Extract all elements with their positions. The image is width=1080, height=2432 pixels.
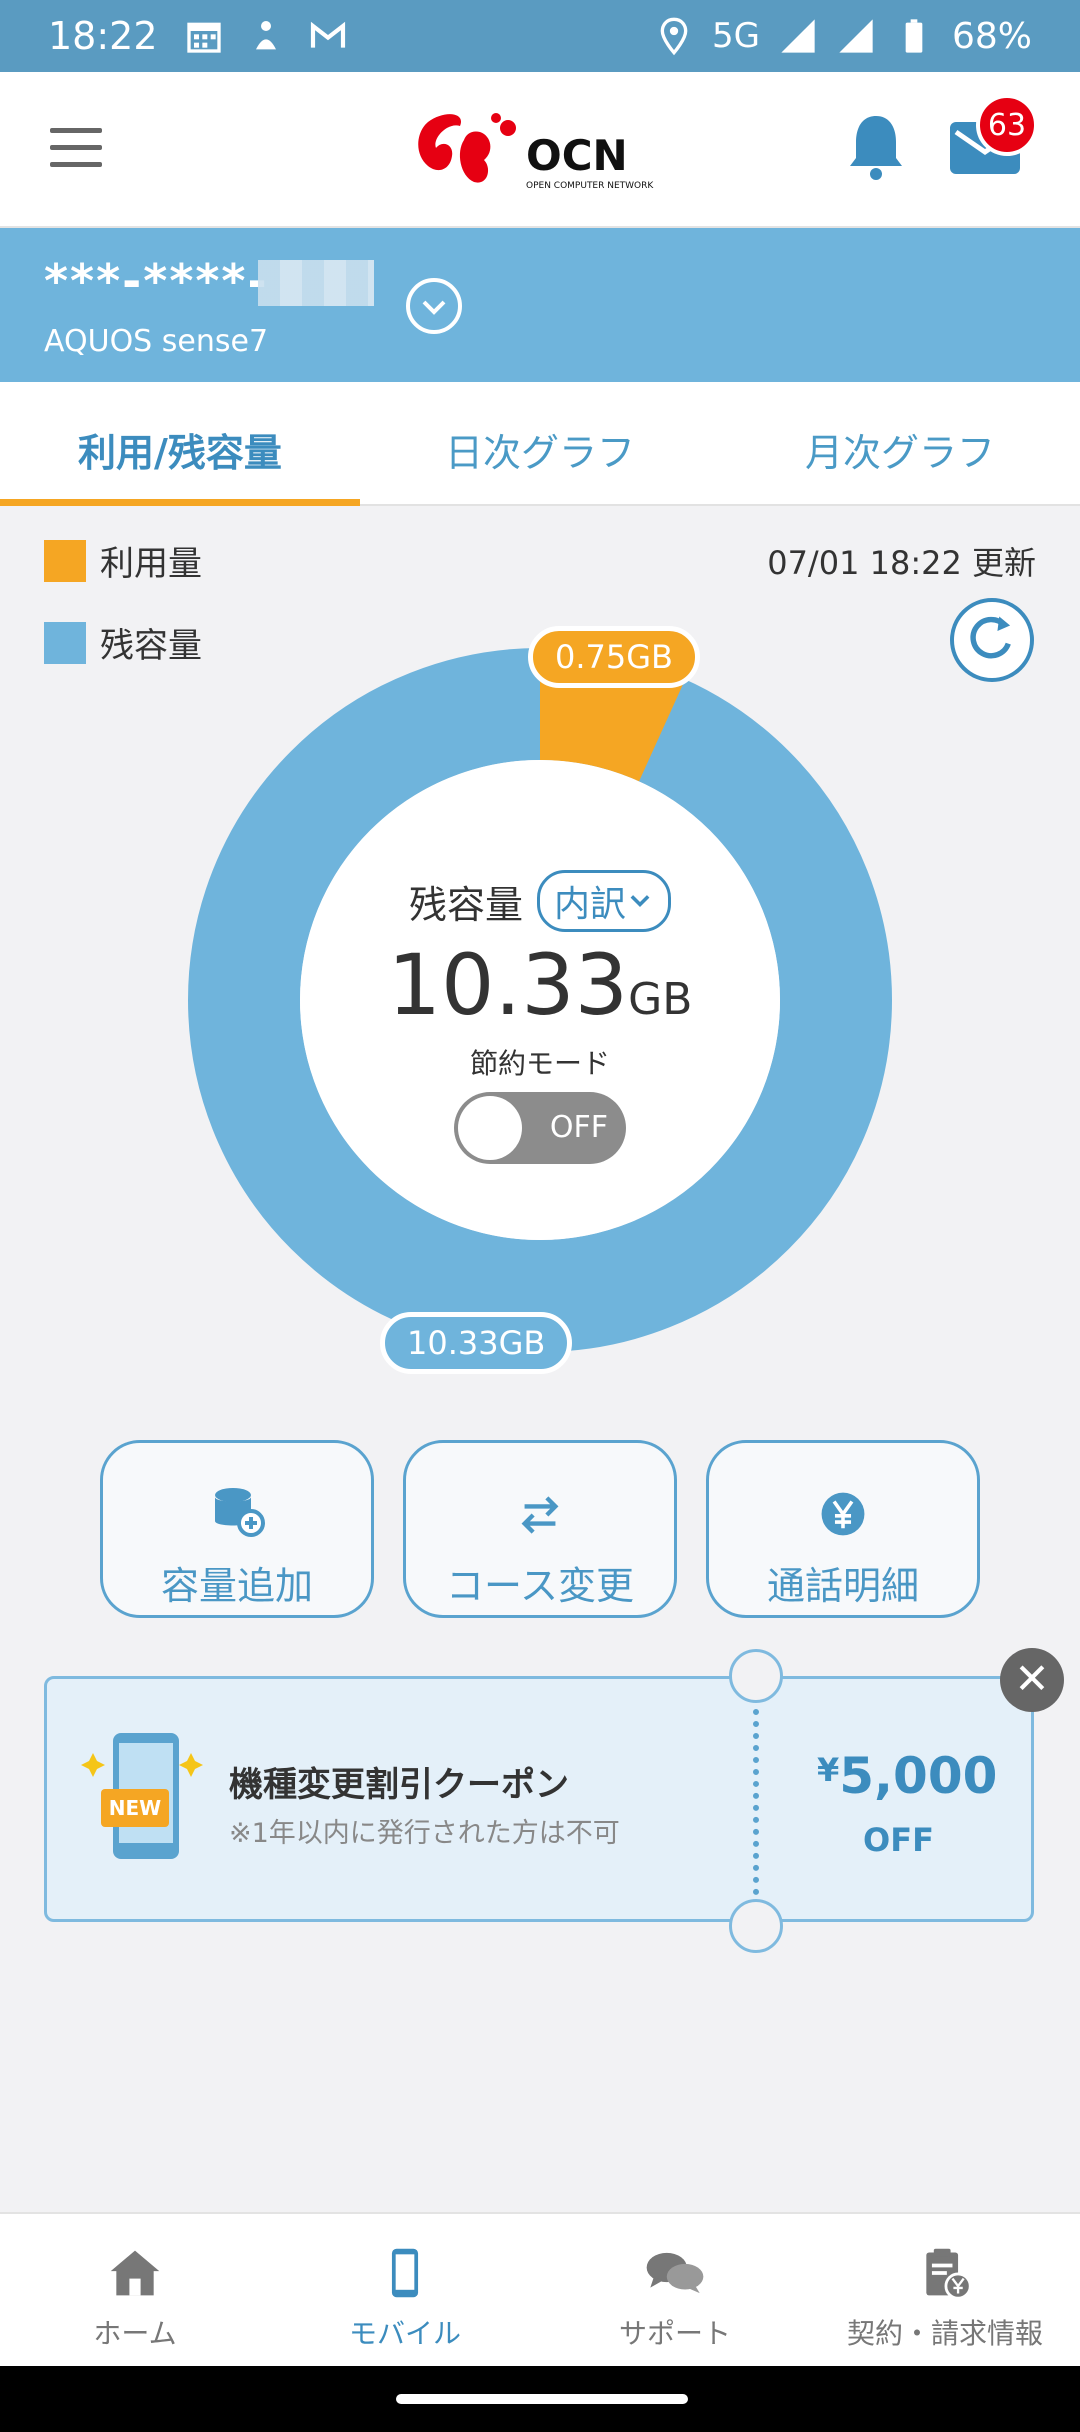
- notification-bell-icon[interactable]: [846, 112, 906, 182]
- status-bar: 18:22 5G 68%: [0, 0, 1080, 72]
- contract-yen-icon: [926, 2248, 972, 2300]
- close-icon[interactable]: ✕: [1000, 1648, 1064, 1712]
- legend-remaining: 残容量: [44, 618, 202, 667]
- ocn-logo: OCN OPEN COMPUTER NETWORK: [418, 113, 654, 191]
- coupon-divider: [753, 1709, 759, 1895]
- mail-count-badge: 63: [976, 94, 1038, 156]
- toggle-state: OFF: [549, 1110, 608, 1145]
- app-bar: OCN OPEN COMPUTER NETWORK 63: [0, 72, 1080, 228]
- toggle-knob: [458, 1096, 522, 1160]
- change-course-label: コース変更: [445, 1564, 635, 1608]
- coupon-yen: ¥: [817, 1751, 840, 1789]
- tab-usage-remaining[interactable]: 利用/残容量: [0, 382, 360, 506]
- nav-home[interactable]: ホーム: [0, 2214, 270, 2366]
- legend-used: 利用量: [44, 536, 202, 585]
- call-details-label: 通話明細: [766, 1564, 919, 1608]
- save-mode-toggle[interactable]: OFF: [454, 1092, 626, 1164]
- nav-support[interactable]: サポート: [540, 2214, 810, 2366]
- breakdown-label: 内訳: [554, 884, 627, 925]
- coupon-price: ¥5,000: [817, 1747, 997, 1805]
- account-dropdown-chevron-icon[interactable]: [406, 278, 462, 334]
- remaining-title: 残容量: [408, 882, 523, 927]
- refresh-icon: [970, 616, 1011, 659]
- gesture-nav-bar: [0, 2366, 1080, 2432]
- svg-text:OPEN COMPUTER NETWORK: OPEN COMPUTER NETWORK: [526, 181, 654, 191]
- donut-center: 残容量 内訳 10.33GB 節約モード OFF: [300, 870, 780, 1164]
- action-buttons: 容量追加 コース変更 通話明細: [100, 1440, 980, 1618]
- call-details-button[interactable]: 通話明細: [706, 1440, 980, 1618]
- coupon-notch-top: [729, 1649, 783, 1703]
- remaining-value: 10.33GB: [300, 936, 780, 1034]
- tab-monthly-graph[interactable]: 月次グラフ: [720, 382, 1080, 504]
- nav-support-label: サポート: [618, 2317, 731, 2350]
- coupon-title: 機種変更割引クーポン: [229, 1765, 569, 1805]
- yen-coin-icon: [821, 1492, 865, 1536]
- coupon-banner[interactable]: NEW 機種変更割引クーポン ※1年以内に発行された方は不可 ¥5,000 OF…: [44, 1649, 1034, 1953]
- status-time: 18:22: [48, 14, 158, 58]
- chat-bubbles-icon: [646, 2252, 704, 2294]
- remaining-unit: GB: [628, 974, 693, 1025]
- donut-used-arc: [538, 648, 686, 782]
- signal-icon-2: [839, 19, 873, 53]
- home-gesture-handle[interactable]: [396, 2394, 688, 2404]
- account-selector[interactable]: ***-****- AQUOS sense7: [0, 228, 1080, 382]
- nav-contract-billing-label: 契約・請求情報: [846, 2317, 1043, 2350]
- coupon-notch-bottom: [729, 1899, 783, 1953]
- nav-contract-billing[interactable]: 契約・請求情報: [810, 2214, 1080, 2366]
- nav-mobile[interactable]: モバイル: [270, 2214, 540, 2366]
- new-badge: NEW: [109, 1796, 161, 1820]
- nav-mobile-label: モバイル: [348, 2317, 461, 2350]
- device-name: AQUOS sense7: [44, 324, 269, 359]
- signal-icon: [781, 19, 815, 53]
- legend-used-label: 利用量: [100, 544, 202, 584]
- used-amount-label: 0.75GB: [528, 626, 700, 688]
- location-icon: [660, 17, 688, 56]
- swap-arrows-icon: [521, 1496, 559, 1534]
- refresh-button[interactable]: [950, 598, 1034, 682]
- last-updated: 07/01 18:22 更新: [767, 544, 1036, 582]
- nav-home-label: ホーム: [93, 2317, 177, 2350]
- home-icon: [110, 2250, 160, 2296]
- coupon-off: OFF: [863, 1821, 934, 1859]
- breakdown-button[interactable]: 内訳: [537, 870, 672, 932]
- add-data-button[interactable]: 容量追加: [100, 1440, 374, 1618]
- change-course-button[interactable]: コース変更: [403, 1440, 677, 1618]
- legend-used-swatch: [44, 539, 86, 582]
- battery-level: 68%: [951, 15, 1032, 57]
- phone-number: ***-****-: [44, 254, 269, 308]
- data-add-icon: [215, 1488, 265, 1537]
- save-mode-label: 節約モード: [469, 1047, 610, 1080]
- legend-remaining-swatch: [44, 621, 86, 664]
- remaining-title-row: 残容量 内訳: [300, 870, 780, 932]
- usage-tabs: 利用/残容量 日次グラフ 月次グラフ: [0, 382, 1080, 506]
- remaining-amount-label: 10.33GB: [380, 1312, 573, 1374]
- coupon-note: ※1年以内に発行された方は不可: [229, 1818, 620, 1849]
- chevron-down-icon: [630, 895, 650, 907]
- hamburger-menu-icon[interactable]: [50, 128, 102, 168]
- add-data-label: 容量追加: [160, 1564, 313, 1608]
- gmail-icon: [310, 21, 345, 48]
- bottom-navigation: ホーム モバイル サポート 契約・請求情報: [0, 2212, 1080, 2366]
- tab-daily-graph[interactable]: 日次グラフ: [360, 382, 720, 504]
- remaining-number: 10.33: [387, 936, 629, 1034]
- legend-remaining-label: 残容量: [100, 626, 202, 666]
- svg-text:OCN: OCN: [526, 131, 628, 180]
- new-phone-icon: NEW: [81, 1733, 203, 1859]
- coupon-amount: 5,000: [839, 1747, 998, 1805]
- phone-number-blurred: [258, 260, 374, 306]
- app-notification-icon: [255, 21, 276, 50]
- network-type: 5G: [712, 16, 760, 56]
- mobile-icon: [391, 2248, 419, 2298]
- calendar-icon: [186, 22, 221, 53]
- battery-icon: [905, 19, 923, 53]
